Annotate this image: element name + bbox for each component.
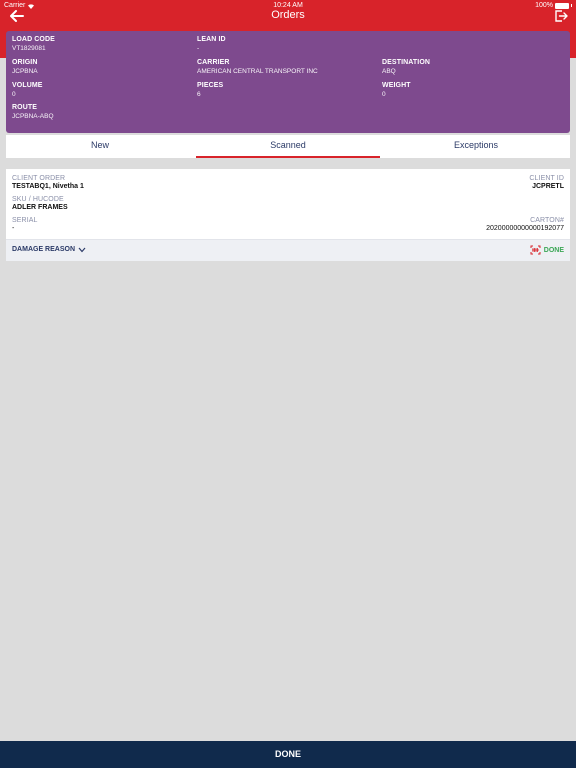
- sku: SKU / HUCODE ADLER FRAMES: [12, 196, 68, 211]
- load-code: LOAD CODE VT1829081: [12, 36, 55, 52]
- destination: DESTINATION ABQ: [382, 59, 430, 75]
- tab-new[interactable]: New: [6, 135, 194, 158]
- pieces-value: 6: [197, 91, 201, 98]
- screen: Carrier 10:24 AM 100% Orders LOAD CODE V…: [0, 0, 576, 768]
- client-order-label: CLIENT ORDER: [12, 175, 66, 182]
- volume-value: 0: [12, 91, 16, 98]
- route-value: JCPBNA-ABQ: [12, 113, 54, 120]
- pieces-label: PIECES: [197, 82, 224, 89]
- load-info-card: LOAD CODE VT1829081 LEAN ID - ORIGIN JCP…: [6, 31, 570, 133]
- weight: WEIGHT 0: [382, 82, 411, 98]
- carrier-value: AMERICAN CENTRAL TRANSPORT INC: [197, 68, 318, 75]
- lean-id-label: LEAN ID: [197, 36, 226, 43]
- damage-row: DAMAGE REASON DONE: [6, 239, 570, 261]
- origin-label: ORIGIN: [12, 59, 38, 66]
- carrier-field-label: CARRIER: [197, 59, 230, 66]
- client-order-value: TESTABQ1, Nivetha 1: [12, 183, 84, 190]
- carton-value: 20200000000000192077: [486, 225, 564, 232]
- order-tabs: New Scanned Exceptions: [6, 135, 570, 158]
- serial: SERIAL -: [12, 217, 38, 232]
- chevron-down-icon: [78, 247, 86, 252]
- pieces: PIECES 6: [197, 82, 223, 98]
- destination-value: ABQ: [382, 68, 396, 75]
- page-title: Orders: [271, 9, 305, 21]
- tab-scanned[interactable]: Scanned: [194, 135, 382, 158]
- barcode-scan-icon: [530, 245, 541, 255]
- done-status-label: DONE: [543, 246, 564, 254]
- origin: ORIGIN JCPBNA: [12, 59, 38, 75]
- sku-value: ADLER FRAMES: [12, 204, 68, 211]
- volume: VOLUME 0: [12, 82, 43, 98]
- carton-label: CARTON#: [530, 217, 564, 224]
- destination-label: DESTINATION: [382, 59, 431, 66]
- order-card[interactable]: CLIENT ORDER TESTABQ1, Nivetha 1 CLIENT …: [6, 169, 570, 239]
- logout-button[interactable]: [552, 7, 570, 25]
- client-id-label: CLIENT ID: [529, 175, 564, 182]
- carrier: CARRIER AMERICAN CENTRAL TRANSPORT INC: [197, 59, 318, 75]
- weight-value: 0: [382, 91, 386, 98]
- load-code-value: VT1829081: [12, 45, 46, 52]
- scan-done-status: DONE: [530, 245, 564, 255]
- lean-id: LEAN ID -: [197, 36, 226, 52]
- serial-label: SERIAL: [12, 217, 38, 224]
- lean-id-value: -: [197, 45, 200, 52]
- tab-exceptions[interactable]: Exceptions: [382, 135, 570, 158]
- weight-label: WEIGHT: [382, 82, 411, 89]
- serial-value: -: [12, 225, 15, 232]
- client-id-value: JCPRETL: [532, 183, 564, 190]
- damage-reason-label: DAMAGE REASON: [12, 246, 76, 253]
- volume-label: VOLUME: [12, 82, 43, 89]
- client-order: CLIENT ORDER TESTABQ1, Nivetha 1: [12, 175, 84, 190]
- damage-reason-dropdown[interactable]: DAMAGE REASON: [12, 246, 86, 253]
- client-id: CLIENT ID JCPRETL: [529, 175, 564, 190]
- route: ROUTE JCPBNA-ABQ: [12, 104, 54, 120]
- route-label: ROUTE: [12, 104, 37, 111]
- done-button[interactable]: DONE: [0, 741, 576, 768]
- load-code-label: LOAD CODE: [12, 36, 55, 43]
- navigation-bar: Orders: [0, 5, 576, 27]
- sku-label: SKU / HUCODE: [12, 196, 64, 203]
- origin-value: JCPBNA: [12, 68, 38, 75]
- logout-icon: [555, 10, 568, 22]
- carton: CARTON# 20200000000000192077: [486, 217, 564, 232]
